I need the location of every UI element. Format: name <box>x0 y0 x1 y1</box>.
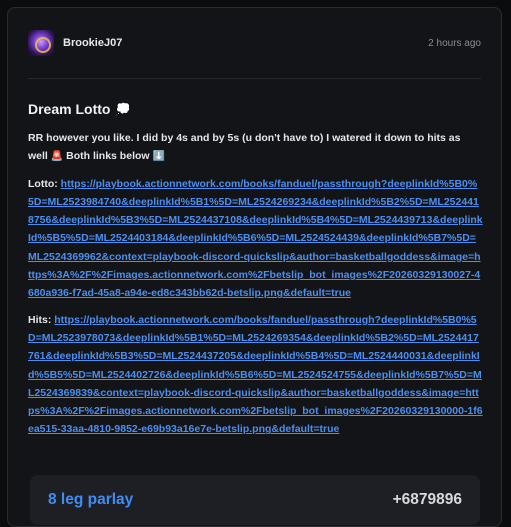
lotto-link-block: Lotto: https://playbook.actionnetwork.co… <box>28 175 483 303</box>
header-divider <box>28 78 481 79</box>
down-arrow-icon: ⬇️ <box>152 151 165 163</box>
lotto-link[interactable]: https://playbook.actionnetwork.com/books… <box>28 178 483 300</box>
description-tail: Both links below <box>66 150 150 163</box>
post-timestamp: 2 hours ago <box>428 37 481 49</box>
lotto-link-label: Lotto: <box>28 177 61 190</box>
post-card: BrookieJ07 2 hours ago Dream Lotto 💭 RR … <box>7 7 502 527</box>
post-description: RR however you like. I did by 4s and by … <box>28 129 483 167</box>
parlay-odds: +6879896 <box>392 491 462 508</box>
hits-link[interactable]: https://playbook.actionnetwork.com/books… <box>28 314 483 436</box>
post-header: BrookieJ07 2 hours ago <box>28 28 481 58</box>
parlay-name: 8 leg parlay <box>48 491 134 508</box>
hits-link-block: Hits: https://playbook.actionnetwork.com… <box>28 311 483 439</box>
author-name[interactable]: BrookieJ07 <box>63 37 122 49</box>
post-title-text: Dream Lotto <box>28 101 111 117</box>
post-body: RR however you like. I did by 4s and by … <box>28 129 483 447</box>
thought-bubble-icon: 💭 <box>115 102 131 116</box>
siren-icon: 🚨 <box>50 151 64 163</box>
post-title: Dream Lotto 💭 <box>28 101 130 117</box>
parlay-card[interactable]: 8 leg parlay +6879896 <box>30 475 480 525</box>
avatar[interactable] <box>28 30 54 56</box>
hits-link-label: Hits: <box>28 313 55 326</box>
